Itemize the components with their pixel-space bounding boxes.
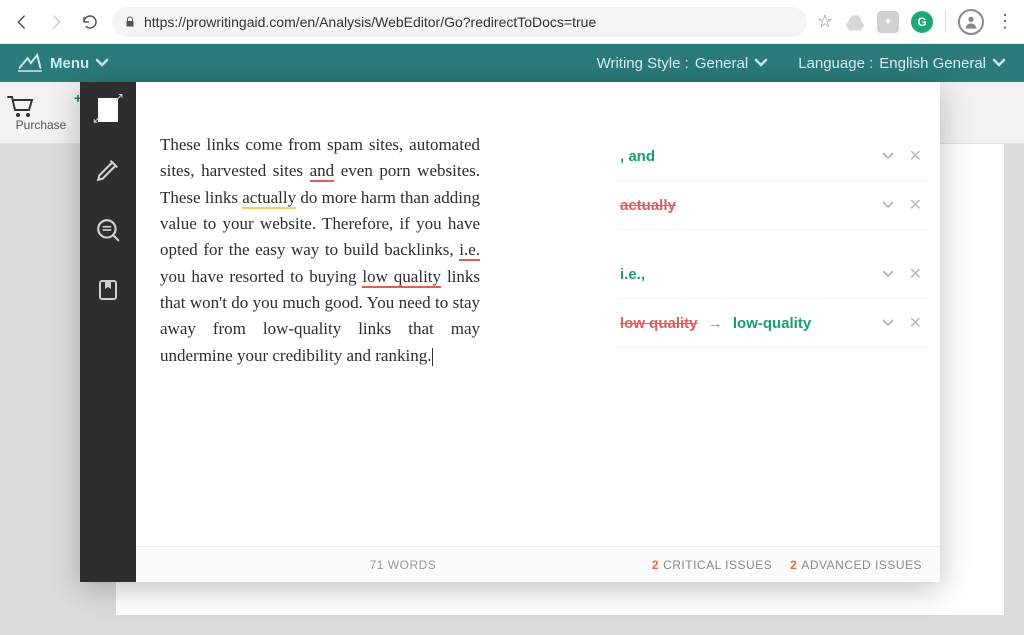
close-icon[interactable]: ✕ xyxy=(909,313,922,333)
chevron-down-icon[interactable] xyxy=(881,151,895,161)
lock-icon xyxy=(124,15,136,29)
fullscreen-toggle[interactable]: ↗ ↙ xyxy=(90,92,126,128)
chevron-down-icon xyxy=(95,58,109,68)
suggestion-item[interactable]: , and ✕ xyxy=(616,132,930,181)
library-tool[interactable] xyxy=(90,272,126,308)
suggestion-text: , and xyxy=(620,148,655,165)
close-icon[interactable]: ✕ xyxy=(909,195,922,215)
app-header: Menu Writing Style : General Language : … xyxy=(0,44,1024,82)
writing-style-value: General xyxy=(695,55,748,72)
suggestions-column: , and ✕ actually ✕ i.e., ✕ xyxy=(600,82,940,582)
bookmark-star-icon[interactable]: ☆ xyxy=(817,11,833,32)
extension-icon[interactable]: ✦ xyxy=(877,11,899,33)
arrow-left-icon xyxy=(13,13,31,31)
search-tool[interactable] xyxy=(90,212,126,248)
cart-icon: + xyxy=(6,94,76,118)
word-count: 71 WORDS xyxy=(154,558,652,572)
language-dropdown[interactable]: Language : English General xyxy=(798,55,1006,72)
close-icon[interactable]: ✕ xyxy=(909,146,922,166)
writing-style-label: Writing Style : xyxy=(597,55,689,72)
profile-button[interactable] xyxy=(958,9,984,35)
suggestion-item[interactable]: i.e., ✕ xyxy=(616,250,930,299)
pen-tool[interactable] xyxy=(90,152,126,188)
search-doc-icon xyxy=(95,217,121,243)
address-bar[interactable]: https://prowritingaid.com/en/Analysis/We… xyxy=(112,7,807,37)
menu-label: Menu xyxy=(50,55,89,72)
browser-chrome-bar: https://prowritingaid.com/en/Analysis/We… xyxy=(0,0,1024,44)
app-logo-icon[interactable] xyxy=(18,53,42,73)
chevron-down-icon xyxy=(754,58,768,68)
purchase-label: Purchase xyxy=(6,118,76,132)
browser-menu-button[interactable]: ⋮ xyxy=(996,11,1014,32)
arrow-ne-icon: ↗ xyxy=(114,90,124,104)
separator xyxy=(945,11,946,33)
back-button[interactable] xyxy=(10,10,34,34)
underline-actually[interactable]: actually xyxy=(242,188,296,209)
chevron-down-icon[interactable] xyxy=(881,318,895,328)
url-text: https://prowritingaid.com/en/Analysis/We… xyxy=(144,14,596,30)
editor-main: These links come from spam sites, automa… xyxy=(136,82,940,582)
suggestion-text: low quality → low-quality xyxy=(620,315,811,332)
reload-icon xyxy=(81,13,99,31)
editor-tool-column: ↗ ↙ xyxy=(80,82,136,582)
text-editor-column[interactable]: These links come from spam sites, automa… xyxy=(136,82,600,582)
purchase-button[interactable]: + Purchase xyxy=(6,94,76,132)
language-value: English General xyxy=(879,55,986,72)
menu-button[interactable]: Menu xyxy=(50,55,109,72)
book-bookmark-icon xyxy=(96,278,120,302)
critical-issues[interactable]: 2CRITICAL ISSUES xyxy=(652,558,772,572)
underline-low-quality[interactable]: low quality xyxy=(362,267,441,288)
reload-button[interactable] xyxy=(78,10,102,34)
suggestion-text: actually xyxy=(620,197,676,214)
essay-text[interactable]: These links come from spam sites, automa… xyxy=(160,132,480,369)
drive-icon[interactable] xyxy=(845,13,865,31)
chrome-right-controls: ☆ ✦ G ⋮ xyxy=(817,9,1014,35)
editor-footer: 71 WORDS 2CRITICAL ISSUES 2ADVANCED ISSU… xyxy=(136,546,940,582)
chevron-down-icon[interactable] xyxy=(881,200,895,210)
arrow-sw-icon: ↙ xyxy=(92,112,102,126)
close-icon[interactable]: ✕ xyxy=(909,264,922,284)
arrow-right-icon xyxy=(47,13,65,31)
suggestion-text: i.e., xyxy=(620,266,645,283)
pen-nib-icon xyxy=(95,157,121,183)
underline-ie[interactable]: i.e. xyxy=(459,240,480,261)
suggestion-item[interactable]: low quality → low-quality ✕ xyxy=(616,299,930,348)
language-label: Language : xyxy=(798,55,873,72)
writing-style-dropdown[interactable]: Writing Style : General xyxy=(597,55,769,72)
underline-and[interactable]: and xyxy=(310,161,335,182)
text-caret xyxy=(432,348,433,366)
editor-panel: ↗ ↙ These links come from spam sites, au… xyxy=(80,82,940,582)
advanced-issues[interactable]: 2ADVANCED ISSUES xyxy=(790,558,922,572)
chevron-down-icon[interactable] xyxy=(881,269,895,279)
forward-button[interactable] xyxy=(44,10,68,34)
grammarly-badge-icon[interactable]: G xyxy=(911,11,933,33)
chevron-down-icon xyxy=(992,58,1006,68)
suggestion-item[interactable]: actually ✕ xyxy=(616,181,930,230)
